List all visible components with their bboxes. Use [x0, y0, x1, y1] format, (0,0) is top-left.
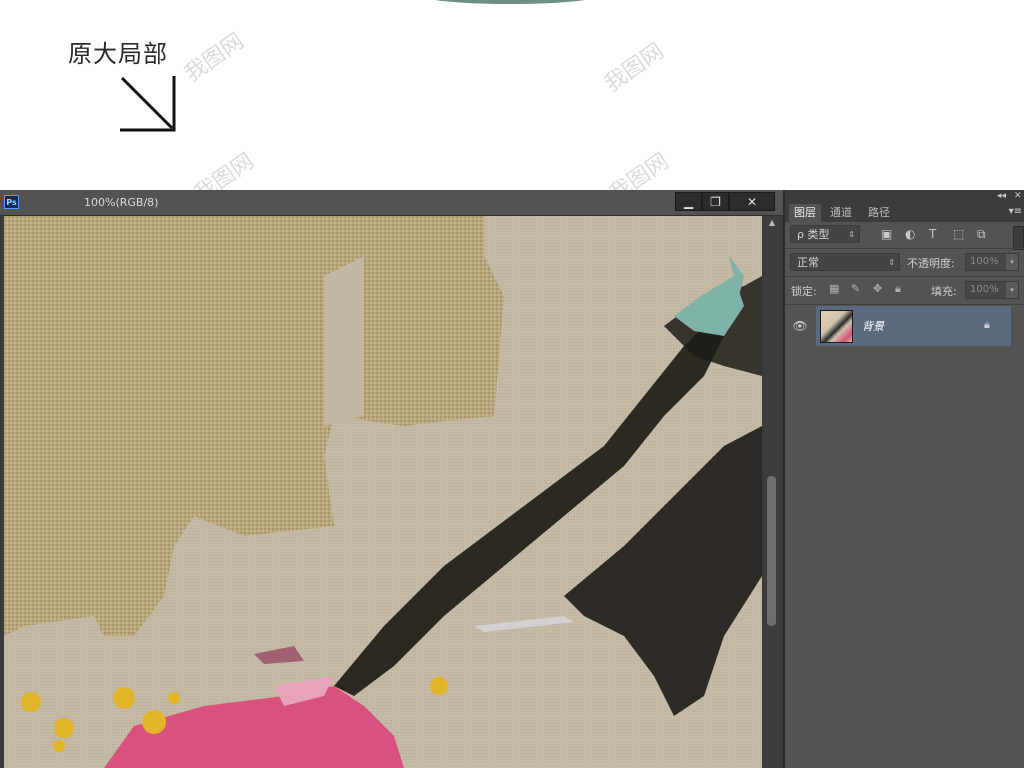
lock-position-icon[interactable]: ✥	[873, 282, 882, 295]
tab-paths[interactable]: 路径	[863, 204, 895, 222]
blend-mode-value: 正常	[797, 256, 819, 269]
smart-object-filter-icon[interactable]: ⧉	[977, 227, 986, 242]
opacity-value: 100%	[970, 256, 999, 267]
opacity-label: 不透明度:	[907, 257, 955, 270]
vertical-scrollbar[interactable]: ▲	[764, 216, 780, 768]
tab-layers[interactable]: 图层	[789, 204, 821, 222]
document-window: Ps 100%(RGB/8) ▁ ❐ ✕ ▲	[0, 190, 783, 768]
scroll-thumb[interactable]	[767, 476, 776, 626]
layer-row[interactable]: 👁︎ 背景 🔒︎	[785, 306, 1011, 346]
lock-transparency-icon[interactable]: ▦	[829, 282, 839, 295]
panel-tabs: 图层 通道 路径 ▾≡	[785, 204, 1024, 222]
image-canvas[interactable]	[4, 216, 762, 768]
lock-all-icon[interactable]: 🔒︎	[895, 282, 901, 296]
divider	[785, 248, 1024, 249]
chevron-down-icon[interactable]: ▾	[1006, 254, 1018, 270]
image-filter-icon[interactable]: ▣	[881, 227, 892, 241]
fill-value: 100%	[970, 284, 999, 295]
lock-icons: ▦ ✎ ✥ 🔒︎	[829, 282, 909, 298]
filter-icons: ▣ ◐ T ⬚ ⧉	[881, 227, 1001, 243]
panel-menu-icon[interactable]: ▾≡	[1009, 206, 1022, 217]
text-filter-icon[interactable]: T	[929, 227, 936, 241]
blend-mode-select[interactable]: 正常 ⇕	[790, 253, 900, 271]
lock-label: 锁定:	[791, 285, 817, 298]
adjustment-filter-icon[interactable]: ◐	[905, 227, 915, 241]
close-button[interactable]: ✕	[729, 192, 775, 211]
fill-field[interactable]: 100% ▾	[965, 281, 1019, 299]
eye-icon[interactable]: 👁︎	[785, 306, 815, 346]
filter-label: ρ 类型	[797, 228, 830, 241]
panel-header: ◂◂ ✕	[785, 190, 1024, 204]
document-titlebar[interactable]: Ps 100%(RGB/8) ▁ ❐ ✕	[0, 190, 783, 216]
detail-label: 原大局部	[68, 40, 168, 68]
painting-image	[4, 216, 762, 768]
scroll-up-icon[interactable]: ▲	[764, 218, 780, 228]
divider	[785, 276, 1024, 277]
lock-icon: 🔒︎	[984, 318, 990, 331]
filter-toggle[interactable]	[1013, 226, 1024, 250]
opacity-field[interactable]: 100% ▾	[965, 253, 1019, 271]
banner-area: 原大局部 我图网 我图网 我图网 我图网	[0, 0, 1024, 207]
layer-thumbnail	[820, 310, 853, 343]
chevron-updown-icon: ⇕	[848, 230, 855, 239]
collapse-icon[interactable]: ◂◂	[997, 191, 1006, 201]
maximize-button[interactable]: ❐	[702, 192, 729, 211]
layer-filter-select[interactable]: ρ 类型 ⇕	[790, 225, 860, 243]
panel-close-icon[interactable]: ✕	[1014, 191, 1022, 201]
lock-pixels-icon[interactable]: ✎	[851, 282, 860, 295]
watermark: 我图网	[180, 28, 249, 88]
arrow-down-right-icon	[120, 76, 176, 132]
photoshop-logo-icon: Ps	[4, 195, 19, 209]
chevron-down-icon[interactable]: ▾	[1006, 282, 1018, 298]
watermark: 我图网	[600, 38, 669, 98]
artwork-preview-edge	[420, 0, 600, 4]
layer-name: 背景	[862, 320, 884, 333]
fill-label: 填充:	[931, 285, 957, 298]
layer-item-selected[interactable]: 背景 🔒︎	[816, 306, 1011, 346]
chevron-updown-icon: ⇕	[888, 258, 895, 267]
document-title: 100%(RGB/8)	[84, 196, 159, 209]
minimize-button[interactable]: ▁	[675, 192, 702, 211]
tab-channels[interactable]: 通道	[825, 204, 857, 222]
layers-panel: ◂◂ ✕ 图层 通道 路径 ▾≡ ρ 类型 ⇕ ▣ ◐ T ⬚ ⧉ 正常 ⇕ 不…	[783, 190, 1024, 768]
shape-filter-icon[interactable]: ⬚	[953, 227, 964, 241]
divider	[785, 304, 1024, 305]
